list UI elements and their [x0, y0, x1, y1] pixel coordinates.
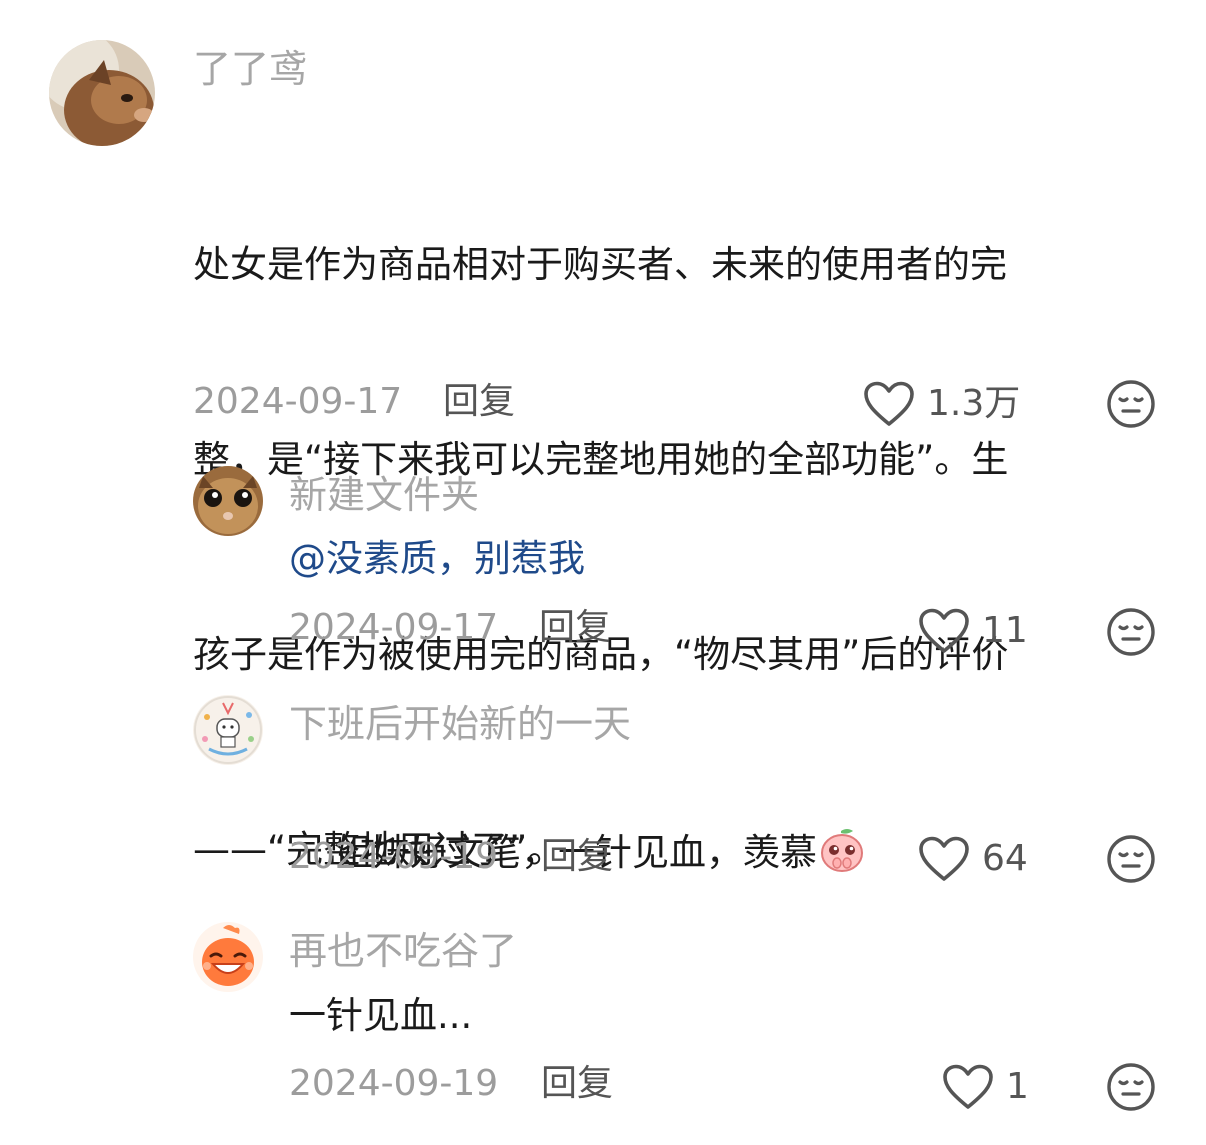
username[interactable]: 再也不吃谷了: [289, 928, 517, 974]
cat-avatar-icon: [49, 40, 155, 146]
dislike-button[interactable]: [1106, 1062, 1156, 1116]
comment-item: 再也不吃谷了 一针见血... 2024-09-19 回复 1: [0, 898, 1206, 1145]
comment-item: 下班后开始新的一天 姐妹好文笔，一针见血，羡慕 2024-09-19 回复 64: [0, 670, 1206, 898]
meh-face-icon: [1107, 1063, 1155, 1111]
like-button[interactable]: 11: [918, 608, 1028, 654]
meh-face-icon: [1107, 835, 1155, 883]
like-count: 1.3万: [927, 383, 1021, 424]
dislike-button[interactable]: [1106, 607, 1156, 661]
like-button[interactable]: 1.3万: [863, 381, 1020, 427]
like-count: 1: [1006, 1066, 1029, 1107]
meh-face-icon: [1107, 380, 1155, 428]
comment-date: 2024-09-19: [289, 836, 499, 877]
dislike-button[interactable]: [1106, 379, 1156, 433]
like-count: 11: [982, 610, 1028, 651]
comment-date: 2024-09-17: [193, 381, 403, 422]
avatar[interactable]: [49, 40, 155, 146]
reply-button[interactable]: 回复: [539, 606, 611, 650]
reply-button[interactable]: 回复: [541, 835, 613, 879]
reply-button[interactable]: 回复: [541, 1062, 613, 1106]
peach-pleading-emoji: [821, 829, 864, 872]
heart-icon: [919, 608, 969, 653]
avatar[interactable]: [193, 922, 263, 992]
comment-date: 2024-09-17: [289, 607, 499, 648]
meh-face-icon: [1107, 608, 1155, 656]
avatar[interactable]: [193, 695, 263, 765]
comment-item: 了了鸢 处女是作为商品相对于购买者、未来的使用者的完 整，是“接下来我可以完整地…: [0, 0, 1206, 871]
comment-line: 处女是作为商品相对于购买者、未来的使用者的完: [193, 243, 1007, 286]
avatar[interactable]: [193, 466, 263, 536]
reply-button[interactable]: 回复: [443, 380, 515, 424]
comment-item: 新建文件夹 @没素质，别惹我 2024-09-17 回复 11: [0, 440, 1206, 670]
username[interactable]: 新建文件夹: [289, 472, 479, 518]
like-button[interactable]: 1: [942, 1064, 1029, 1110]
comment-text: 一针见血...: [289, 994, 473, 1037]
heart-icon: [943, 1064, 993, 1109]
mention-text[interactable]: @没素质，别惹我: [289, 526, 585, 591]
heart-icon: [864, 381, 914, 426]
laughing-face-avatar-icon: [193, 922, 263, 992]
heart-icon: [919, 836, 969, 881]
happy-bear-avatar-icon: [193, 695, 263, 765]
username[interactable]: 下班后开始新的一天: [289, 701, 631, 747]
username[interactable]: 了了鸢: [193, 46, 307, 92]
comment-date: 2024-09-19: [289, 1063, 499, 1104]
kitten-face-avatar-icon: [193, 466, 263, 536]
like-count: 64: [982, 838, 1028, 879]
like-button[interactable]: 64: [918, 836, 1028, 882]
dislike-button[interactable]: [1106, 834, 1156, 888]
